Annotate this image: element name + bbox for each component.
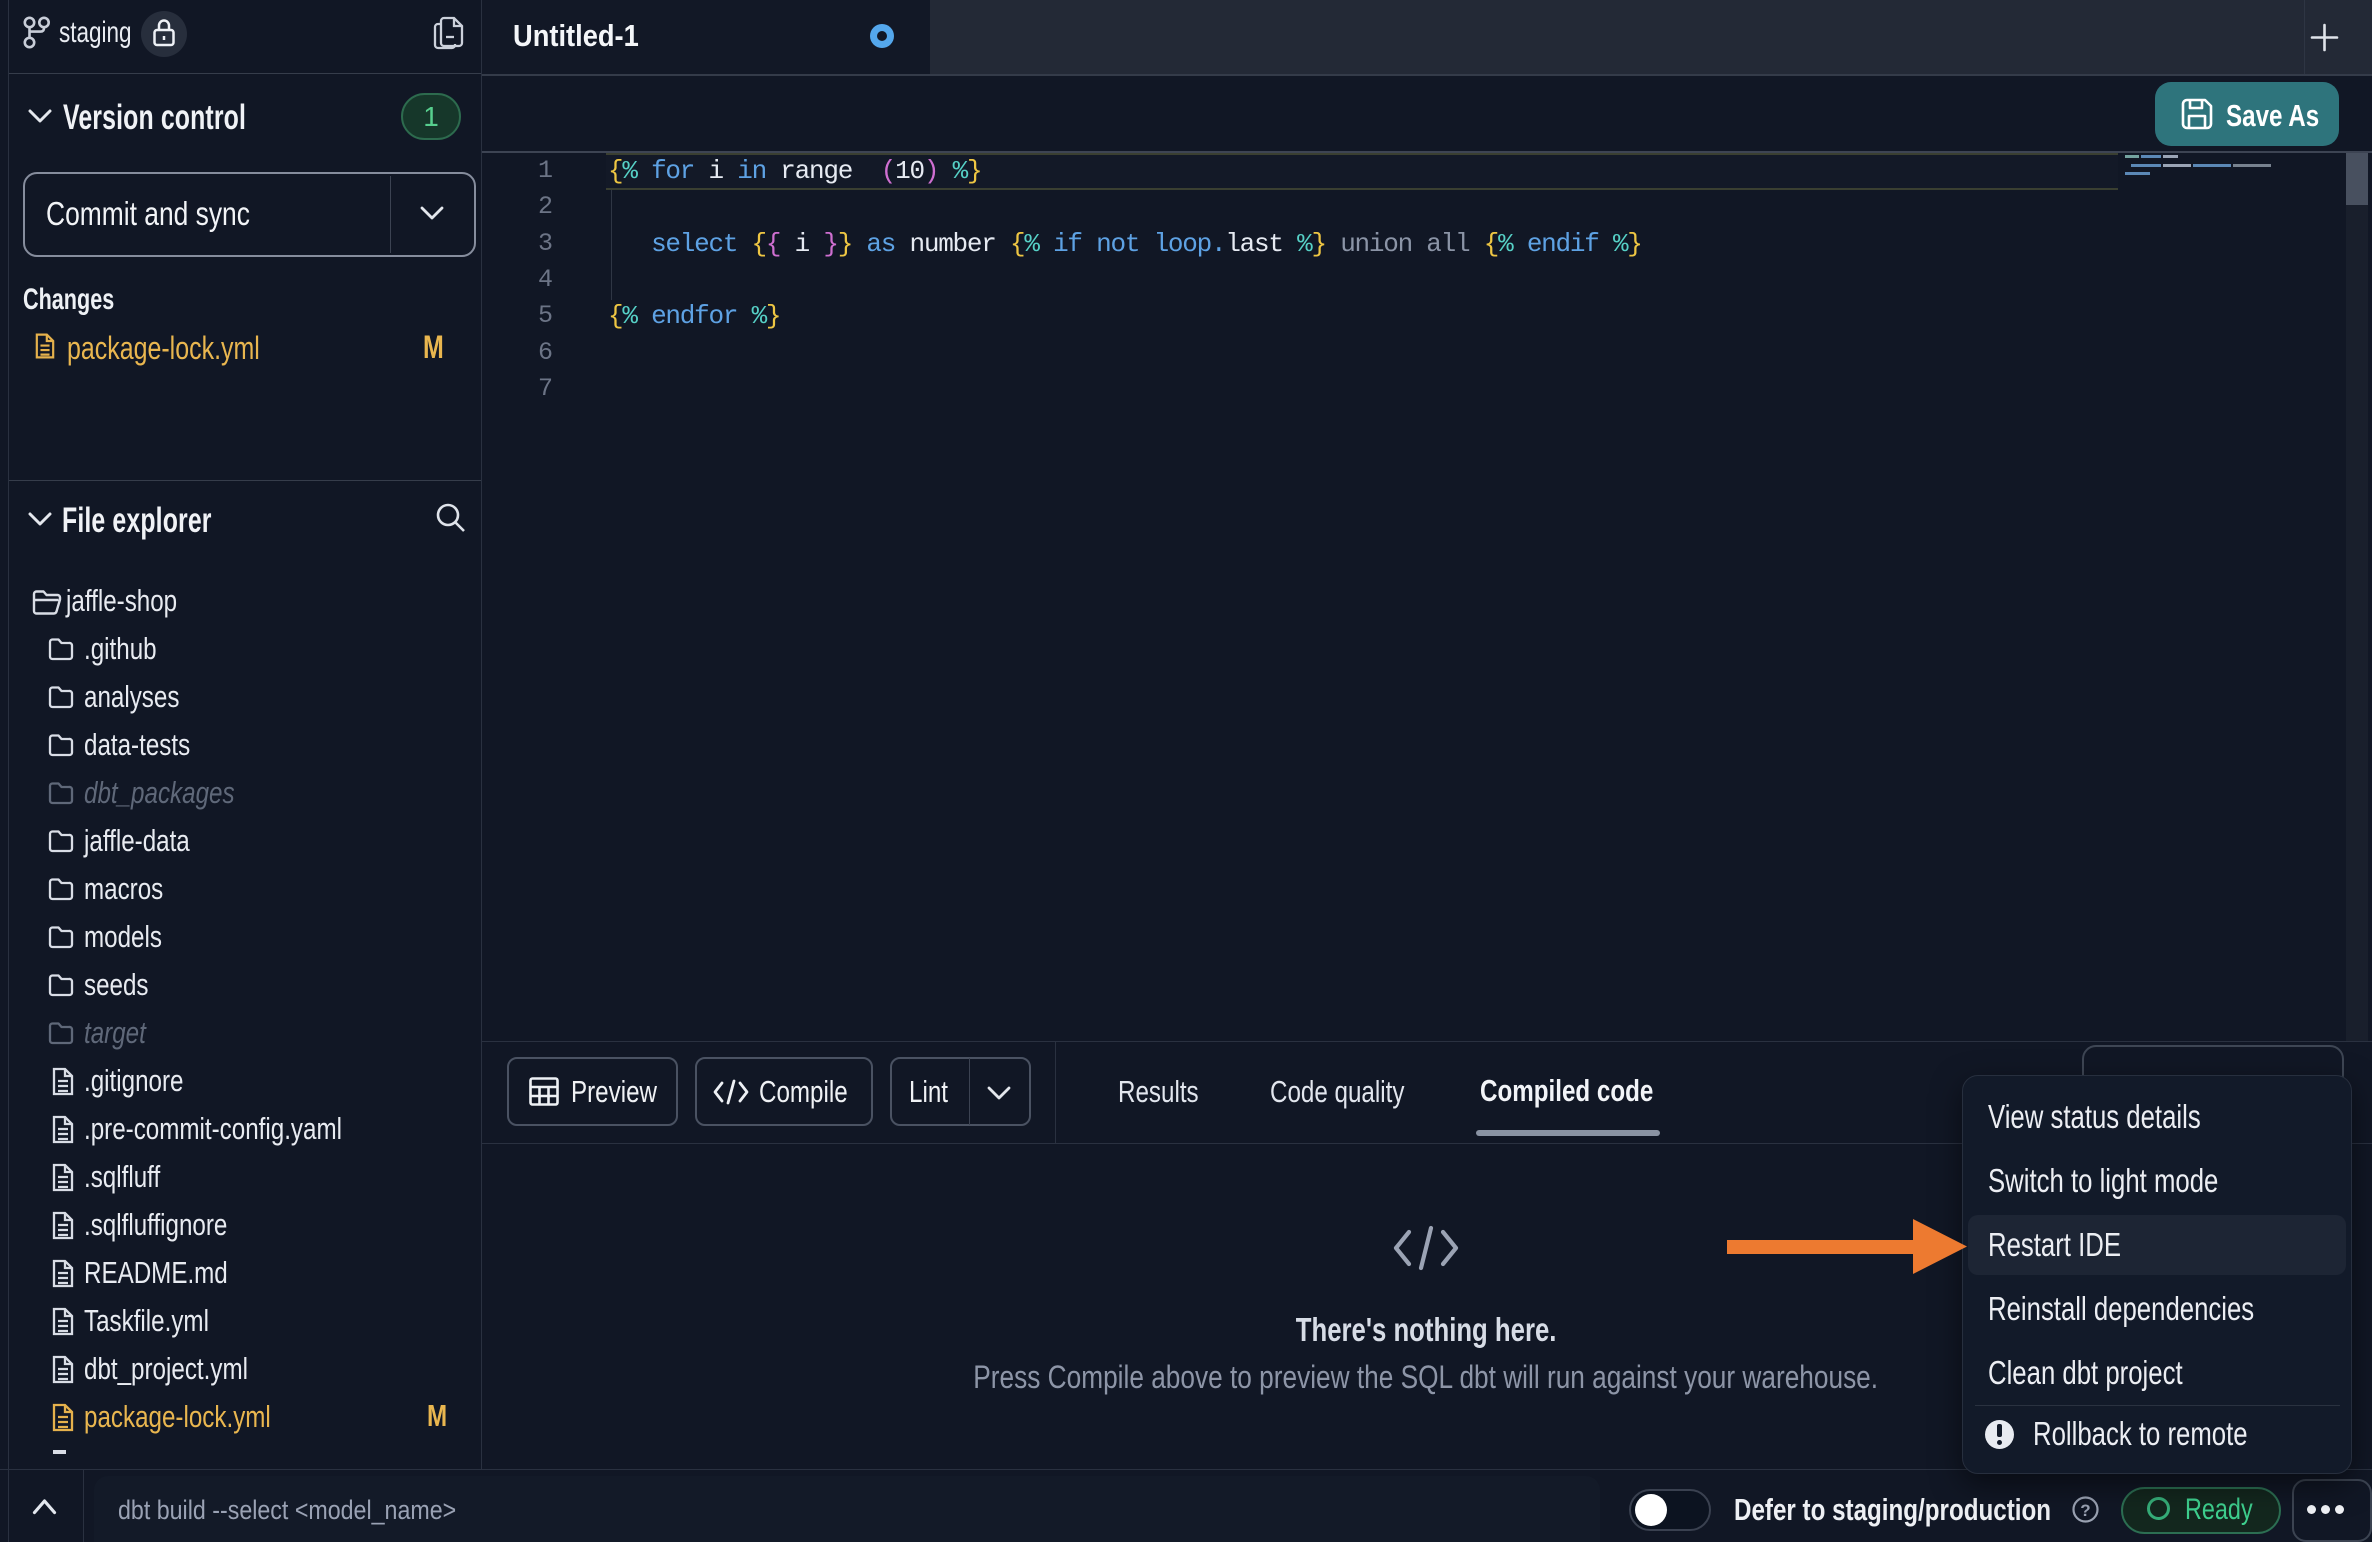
svg-text:?: ? [2080,1501,2090,1520]
